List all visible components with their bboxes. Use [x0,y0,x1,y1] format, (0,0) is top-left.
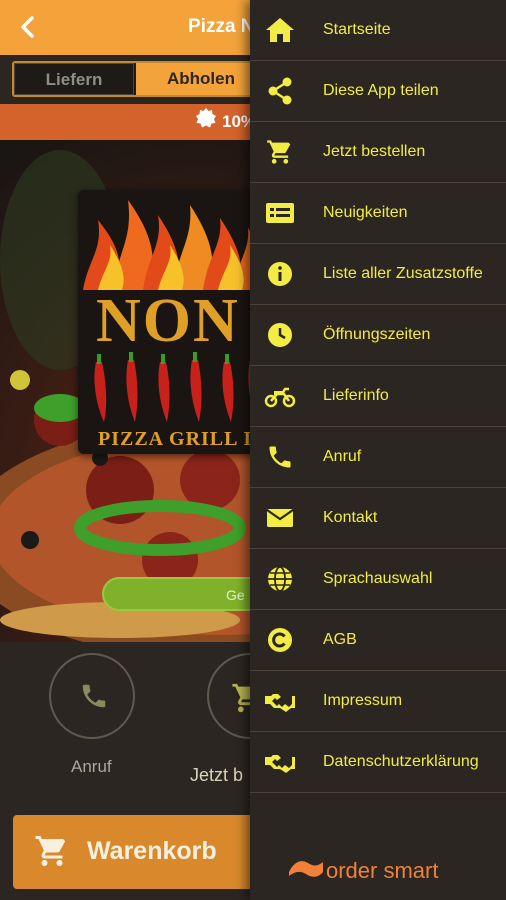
handshake-icon [265,755,295,773]
menu-label: Liste aller Zusatzstoffe [323,265,483,282]
menu-label: Öffnungszeiten [323,326,431,343]
menu-item-startseite[interactable]: Startseite [250,0,506,61]
menu-label: Lieferinfo [323,387,389,404]
phone-icon [82,684,106,708]
logo-wordmark: NON [96,287,240,355]
menu-label: Kontakt [323,509,378,526]
handshake-icon [265,694,295,712]
cart-icon [35,836,66,866]
menu-item-opening-hours[interactable]: Öffnungszeiten [250,305,506,366]
cart-button[interactable]: Warenkorb [13,815,273,889]
menu-item-agb[interactable]: AGB [250,610,506,671]
menu-item-contact[interactable]: Kontakt [250,488,506,549]
back-arrow-icon[interactable] [14,12,42,42]
globe-icon [268,566,292,592]
home-icon [266,18,294,42]
menu-label: Neuigkeiten [323,204,408,221]
hero-button-label: Ge [226,587,245,603]
order-now-label: Jetzt b [190,765,244,785]
menu-label: AGB [323,631,357,648]
call-label: Anruf [71,757,112,776]
menu-item-delivery-info[interactable]: Lieferinfo [250,366,506,427]
cart-label: Warenkorb [87,837,217,865]
brand-name: order smart [326,858,439,883]
clock-icon [268,323,292,347]
cart-icon [267,140,291,164]
motorcycle-icon [264,387,296,408]
news-icon [266,203,294,223]
menu-item-share[interactable]: Diese App teilen [250,61,506,122]
menu-label: Anruf [323,448,362,465]
discount-badge-icon [196,108,216,128]
menu-label: Diese App teilen [323,82,439,99]
menu-item-additives[interactable]: Liste aller Zusatzstoffe [250,244,506,305]
menu-item-language[interactable]: Sprachauswahl [250,549,506,610]
restaurant-logo: NON PIZZA GRILL I [78,190,268,454]
menu-label: Jetzt bestellen [323,143,426,160]
menu-item-privacy[interactable]: Datenschutzerklärung [250,732,506,793]
navigation-drawer: Startseite Diese App teilen Jetzt bestel… [250,0,506,900]
menu-item-impressum[interactable]: Impressum [250,671,506,732]
info-icon [268,262,292,286]
menu-label: Impressum [323,692,403,709]
page-title: Pizza N [188,16,255,37]
menu-label: Datenschutzerklärung [323,753,479,770]
order-smart-logo-icon [289,861,323,877]
mail-icon [266,509,294,527]
share-icon [268,77,292,105]
menu-label: Sprachauswahl [323,570,433,587]
menu-item-order[interactable]: Jetzt bestellen [250,122,506,183]
phone-icon [269,446,291,468]
tab-liefern[interactable]: Liefern [14,63,134,95]
menu-label: Startseite [323,21,391,38]
menu-item-call[interactable]: Anruf [250,427,506,488]
order-mode-toggle: Liefern Abholen [12,61,262,97]
call-button[interactable] [49,653,135,739]
menu-item-news[interactable]: Neuigkeiten [250,183,506,244]
logo-subtitle: PIZZA GRILL I [98,428,253,450]
copyright-icon [268,628,292,652]
tab-abholen[interactable]: Abholen [136,63,260,95]
